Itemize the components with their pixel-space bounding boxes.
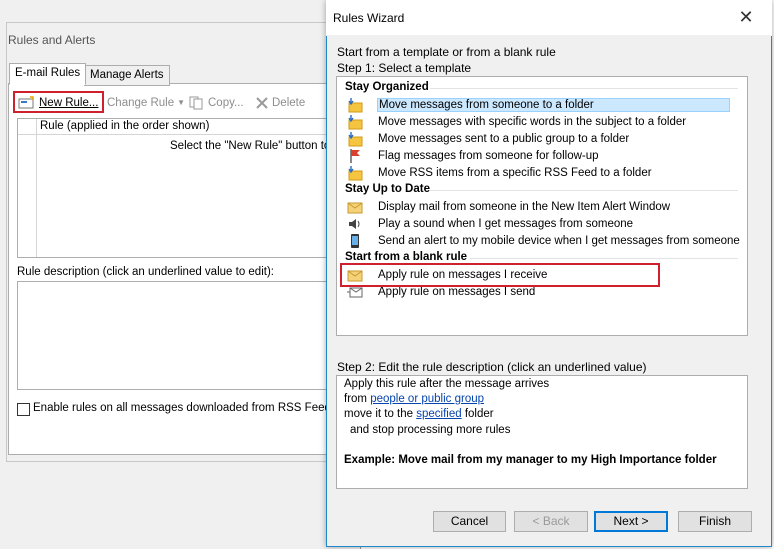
wizard-title: Rules Wizard bbox=[333, 11, 405, 25]
template-label: Move messages from someone to a folder bbox=[377, 98, 730, 112]
rss-rules-label[interactable]: Enable rules on all messages downloaded … bbox=[33, 402, 331, 414]
copy-button[interactable]: Copy... bbox=[189, 95, 244, 111]
cancel-button[interactable]: Cancel bbox=[433, 511, 506, 532]
group-stay-organized: Stay Organized bbox=[345, 81, 429, 93]
delete-button[interactable]: Delete bbox=[255, 95, 305, 111]
template-item-move-specific-words[interactable]: Move messages with specific words in the… bbox=[345, 114, 687, 130]
copy-icon bbox=[189, 96, 203, 110]
specified-folder-link[interactable]: specified bbox=[416, 408, 461, 420]
desc-move-text: move it to the bbox=[344, 408, 417, 420]
back-button[interactable]: < Back bbox=[514, 511, 588, 532]
template-item-play-sound[interactable]: Play a sound when I get messages from so… bbox=[345, 216, 634, 232]
template-label: Move messages with specific words in the… bbox=[378, 116, 687, 128]
template-label: Move RSS items from a specific RSS Feed … bbox=[378, 167, 652, 179]
desc-example: Example: Move mail from my manager to my… bbox=[344, 454, 717, 466]
flag-icon bbox=[345, 148, 365, 164]
template-label: Flag messages from someone for follow-up bbox=[378, 150, 599, 162]
template-label: Move messages sent to a public group to … bbox=[378, 133, 630, 145]
chevron-down-icon: ▼ bbox=[177, 98, 186, 107]
desc-line-3: move it to the specified folder bbox=[344, 408, 494, 420]
group-divider bbox=[430, 190, 738, 191]
move-to-folder-icon bbox=[345, 114, 365, 130]
speaker-icon bbox=[345, 216, 365, 232]
template-label: Display mail from someone in the New Ite… bbox=[378, 201, 671, 213]
move-to-folder-icon bbox=[345, 97, 365, 113]
desc-line-4: and stop processing more rules bbox=[350, 424, 511, 436]
change-rule-button[interactable]: Change Rule ▼ bbox=[107, 95, 185, 111]
wizard-intro: Start from a template or from a blank ru… bbox=[337, 45, 556, 59]
group-stay-up-to-date: Stay Up to Date bbox=[345, 183, 430, 195]
rule-description-box bbox=[17, 281, 359, 390]
people-group-link[interactable]: people or public group bbox=[370, 393, 484, 405]
template-item-move-public-group[interactable]: Move messages sent to a public group to … bbox=[345, 131, 630, 147]
new-rule-highlight bbox=[13, 91, 104, 113]
next-button[interactable]: Next > bbox=[594, 511, 668, 532]
rule-description-label: Rule description (click an underlined va… bbox=[17, 266, 274, 278]
template-item-move-rss[interactable]: Move RSS items from a specific RSS Feed … bbox=[345, 165, 653, 181]
rules-column-header[interactable]: Rule (applied in the order shown) bbox=[40, 120, 209, 132]
group-divider bbox=[430, 88, 738, 89]
group-blank-rule: Start from a blank rule bbox=[345, 251, 468, 263]
template-label: Apply rule on messages I send bbox=[378, 286, 536, 298]
tab-manage-alerts[interactable]: Manage Alerts bbox=[84, 65, 170, 86]
template-item-flag-follow-up[interactable]: Flag messages from someone for follow-up bbox=[345, 148, 600, 164]
finish-button[interactable]: Finish bbox=[678, 511, 752, 532]
delete-label: Delete bbox=[272, 97, 306, 109]
desc-folder-text: folder bbox=[461, 408, 494, 420]
change-rule-label: Change Rule bbox=[107, 97, 175, 109]
move-to-folder-icon bbox=[345, 131, 365, 147]
move-to-folder-icon bbox=[345, 165, 365, 181]
step1-label: Step 1: Select a template bbox=[337, 61, 472, 75]
mobile-phone-icon bbox=[345, 233, 365, 249]
desc-line-1: Apply this rule after the message arrive… bbox=[344, 378, 550, 390]
rss-rules-checkbox[interactable] bbox=[17, 403, 30, 416]
template-item-move-from-someone[interactable]: Move messages from someone to a folder bbox=[345, 97, 730, 113]
rules-alerts-title: Rules and Alerts bbox=[8, 33, 96, 47]
tab-email-rules[interactable]: E-mail Rules bbox=[9, 63, 87, 85]
rules-empty-text: Select the "New Rule" button to bbox=[170, 140, 331, 152]
delete-icon bbox=[256, 97, 268, 109]
desc-from-text: from bbox=[344, 393, 371, 405]
close-icon[interactable]: ✕ bbox=[736, 6, 756, 28]
apply-receive-highlight bbox=[340, 263, 660, 287]
group-divider bbox=[470, 258, 738, 259]
template-item-new-item-alert[interactable]: Display mail from someone in the New Ite… bbox=[345, 199, 671, 215]
envelope-alert-icon bbox=[345, 199, 365, 215]
template-label: Play a sound when I get messages from so… bbox=[378, 218, 634, 230]
desc-line-2: from people or public group bbox=[344, 393, 484, 405]
copy-label: Copy... bbox=[208, 97, 244, 109]
template-item-mobile-alert[interactable]: Send an alert to my mobile device when I… bbox=[345, 233, 741, 249]
template-label: Send an alert to my mobile device when I… bbox=[378, 235, 740, 247]
rules-list[interactable] bbox=[17, 118, 359, 258]
rules-list-checkbox-column bbox=[18, 119, 37, 257]
step2-label: Step 2: Edit the rule description (click… bbox=[337, 360, 647, 374]
